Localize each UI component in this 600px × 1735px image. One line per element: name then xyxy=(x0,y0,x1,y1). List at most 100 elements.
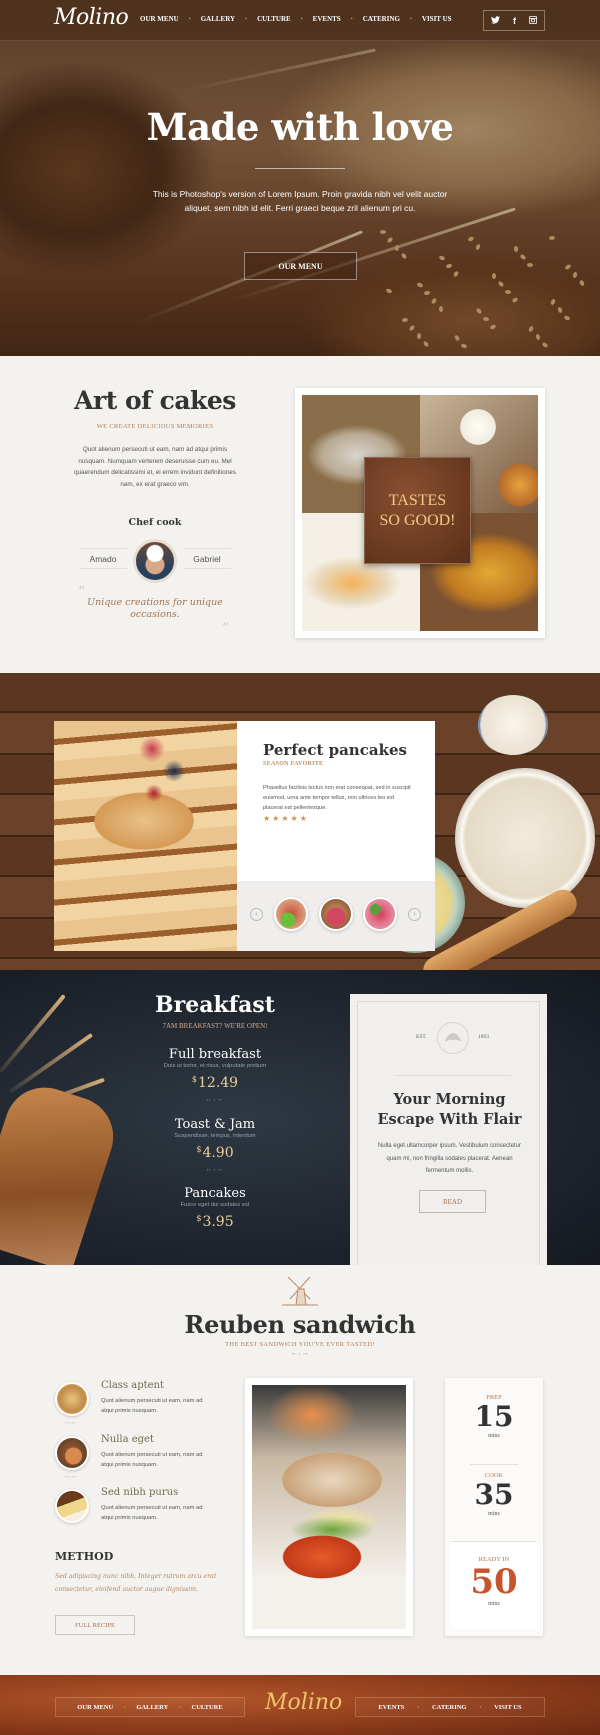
est-label: EST. xyxy=(416,1034,427,1040)
hero-text: This is Photoshop's version of Lorem Ips… xyxy=(152,189,448,213)
feature-title: Class aptent xyxy=(101,1380,165,1391)
milk-jug-photo xyxy=(478,695,548,755)
windmill-icon xyxy=(282,1276,318,1306)
time-unit: mins xyxy=(488,1511,500,1517)
footer-nav-our-menu[interactable]: OUR MENU xyxy=(77,1704,113,1711)
time-value: 35 xyxy=(474,1478,514,1511)
card-text: Phasellus facilisis lectus non erat cons… xyxy=(263,785,411,811)
menu-item-price: $4.90 xyxy=(130,1145,300,1161)
tastes-so-good-badge: TASTES SO GOOD! xyxy=(364,457,471,564)
nav-catering[interactable]: CATERING xyxy=(363,15,400,23)
carousel-prev-button[interactable]: ‹ xyxy=(250,908,263,921)
time-unit: mins xyxy=(488,1601,500,1607)
logo[interactable]: Molino xyxy=(54,5,129,30)
rating-stars: ★★★★★ xyxy=(263,814,309,823)
twitter-icon[interactable] xyxy=(490,15,500,26)
cakes-collage: TASTES SO GOOD! xyxy=(295,388,545,638)
footer-nav-gallery[interactable]: GALLERY xyxy=(136,1704,168,1711)
section-subtitle: THE BEST SANDWICH YOU'VE EVER TASTED! xyxy=(225,1341,375,1348)
footer-nav-events[interactable]: EVENTS xyxy=(378,1704,404,1711)
carousel-thumb-3[interactable] xyxy=(363,897,397,931)
menu-item-price: $3.95 xyxy=(130,1214,300,1230)
reuben-section: Reuben sandwich THE BEST SANDWICH YOU'VE… xyxy=(0,1265,600,1675)
divider: ⊷ • ⊶ xyxy=(65,1475,76,1479)
est-year: 1893 xyxy=(478,1034,489,1040)
footer-nav-left: OUR MENU · GALLERY · CULTURE xyxy=(55,1697,245,1717)
title-line: Your Morning xyxy=(393,1091,506,1108)
card-subtitle: SEASON FAVORITE xyxy=(263,761,324,767)
footer-nav-culture[interactable]: CULTURE xyxy=(192,1704,223,1711)
quote-close-icon: ” xyxy=(222,621,230,637)
flour-bowl-photo xyxy=(455,768,595,908)
carousel-next-button[interactable]: › xyxy=(408,908,421,921)
carousel-thumb-2[interactable] xyxy=(319,897,353,931)
divider: ⊷ • ⊶ xyxy=(291,1351,309,1356)
footer-nav-right: EVENTS · CATERING · VISIT US xyxy=(355,1697,545,1717)
breakfast-subtitle: 7AM BREAKFAST? WE'RE OPEN! xyxy=(162,1022,268,1030)
time-value: 50 xyxy=(470,1562,518,1602)
feature-image xyxy=(55,1382,89,1416)
method-text: Sed adipiscing nunc nibh. Integer rutrum… xyxy=(55,1573,217,1593)
read-button[interactable]: READ xyxy=(419,1190,486,1213)
menu-item: Pancakes Fusce eget dui sodales est $3.9… xyxy=(130,1186,300,1230)
full-recipe-button[interactable]: FULL RECIPE xyxy=(55,1615,135,1635)
nav-events[interactable]: EVENTS xyxy=(313,15,341,23)
time-value: 15 xyxy=(474,1400,514,1433)
prep-time: PREP 15 mins xyxy=(451,1394,537,1439)
instagram-icon[interactable] xyxy=(529,15,538,26)
menu-item-desc: Fusce eget dui sodales est xyxy=(180,1202,250,1208)
nav-our-menu[interactable]: OUR MENU xyxy=(140,15,179,23)
chef-quote: Unique creations for unique occasions. xyxy=(87,597,223,620)
nav-visit-us[interactable]: VISIT US xyxy=(422,15,452,23)
currency: $ xyxy=(191,1075,197,1084)
footer-logo[interactable]: Molino xyxy=(265,1690,342,1715)
feature-text: Quot alienum persecuti ut eam, nam ad at… xyxy=(101,1452,203,1468)
section-title: Reuben sandwich xyxy=(184,1310,416,1339)
menu-item: Toast & Jam Suspendisse, tempus, interdu… xyxy=(130,1117,300,1172)
card-border: EST. 1893 Your Morning Escape With Flair… xyxy=(357,1001,540,1275)
menu-item-name: Full breakfast xyxy=(168,1047,262,1062)
divider xyxy=(470,1464,518,1465)
divider: ⊷ • ⊶ xyxy=(206,1097,224,1102)
pancakes-photo xyxy=(54,721,237,951)
badge-line: TASTES xyxy=(388,491,447,509)
menu-item-price: $12.49 xyxy=(130,1075,300,1091)
top-navbar: Molino OUR MENU · GALLERY · CULTURE · EVENT… xyxy=(0,0,600,41)
facebook-icon[interactable]: f xyxy=(513,16,516,26)
hero-title: Made with love xyxy=(146,105,454,149)
ready-time: READY IN 50 mins xyxy=(451,1556,537,1607)
chef-next-gabriel[interactable]: Gabriel xyxy=(183,548,231,569)
menu-item: Full breakfast Duis ut tortor, et risus,… xyxy=(130,1047,300,1102)
baguette-photo xyxy=(0,1077,124,1273)
price-value: 12.49 xyxy=(198,1075,239,1091)
cook-time: COOK 35 mins xyxy=(451,1472,537,1517)
main-nav: OUR MENU · GALLERY · CULTURE · EVENTS · CATE… xyxy=(140,14,452,23)
carousel-thumb-1[interactable] xyxy=(274,897,308,931)
hero-section: Molino OUR MENU · GALLERY · CULTURE · EVENT… xyxy=(0,0,600,356)
feature-image xyxy=(55,1489,89,1523)
feature-title: Sed nibh purus xyxy=(101,1487,179,1498)
our-menu-button[interactable]: OUR MENU xyxy=(244,252,357,280)
card-title: Your Morning Escape With Flair xyxy=(358,1090,541,1130)
section-subtitle: WE CREATE DELICIOUS MEMORIES xyxy=(96,423,214,430)
menu-item-desc: Duis ut tortor, et risus, vulputate pret… xyxy=(163,1063,267,1069)
breakfast-title: Breakfast xyxy=(155,992,275,1018)
footer-nav-catering[interactable]: CATERING xyxy=(432,1704,467,1711)
divider xyxy=(395,1075,511,1076)
nav-culture[interactable]: CULTURE xyxy=(257,15,291,23)
ready-in-box: READY IN 50 mins xyxy=(451,1541,537,1629)
card-title: Perfect pancakes xyxy=(263,741,407,759)
chef-prev-amado[interactable]: Amado xyxy=(79,548,127,569)
sandwich-photo xyxy=(252,1385,406,1629)
menu-item-name: Toast & Jam xyxy=(174,1117,256,1132)
footer: OUR MENU · GALLERY · CULTURE Molino EVENTS… xyxy=(0,1675,600,1735)
social-links: f xyxy=(483,10,545,31)
nav-gallery[interactable]: GALLERY xyxy=(201,15,235,23)
price-value: 4.90 xyxy=(202,1145,234,1161)
menu-item-name: Pancakes xyxy=(184,1186,246,1201)
footer-nav-visit-us[interactable]: VISIT US xyxy=(494,1704,522,1711)
pancakes-section: Perfect pancakes SEASON FAVORITE Phasell… xyxy=(0,673,600,990)
thumbnail-carousel: ‹ › xyxy=(237,881,435,951)
cooking-times-panel: PREP 15 mins COOK 35 mins READY IN 50 mi… xyxy=(445,1378,543,1636)
divider: ⊷ • ⊶ xyxy=(206,1167,224,1172)
